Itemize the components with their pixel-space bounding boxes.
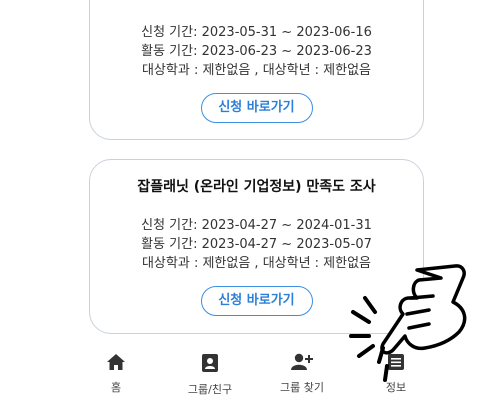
nav-label: 그룹 찾기 bbox=[280, 381, 324, 394]
activity-period: 활동 기간: 2023-04-27 ~ 2023-05-07 bbox=[141, 237, 372, 252]
nav-item-home[interactable]: 홈 bbox=[76, 353, 156, 395]
apply-shortcut-button[interactable]: 신청 바로가기 bbox=[200, 93, 313, 123]
nav-label: 그룹/친구 bbox=[187, 383, 233, 396]
bottom-nav: 홈 그룹/친구 그룹 찾기 정보 bbox=[70, 335, 480, 400]
nav-label: 홈 bbox=[110, 381, 122, 394]
activity-period: 활동 기간: 2023-06-23 ~ 2023-06-23 bbox=[141, 44, 372, 59]
card-title: 잡플래닛 (온라인 기업정보) 만족도 조사 bbox=[137, 179, 376, 195]
add-user-icon bbox=[291, 353, 313, 370]
info-list-icon bbox=[388, 354, 404, 370]
target-info: 대상학과 : 제한없음 , 대상학년 : 제한없음 bbox=[141, 256, 372, 271]
nav-item-group-friends[interactable]: 그룹/친구 bbox=[170, 353, 250, 397]
program-card: 잡플래닛 (온라인 기업정보) 만족도 조사 신청 기간: 2023-04-27… bbox=[89, 159, 424, 334]
nav-item-info[interactable]: 정보 bbox=[356, 353, 436, 395]
id-card-icon bbox=[202, 354, 218, 372]
nav-label: 정보 bbox=[385, 381, 407, 394]
apply-shortcut-button[interactable]: 신청 바로가기 bbox=[200, 286, 313, 316]
target-info: 대상학과 : 제한없음 , 대상학년 : 제한없음 bbox=[141, 63, 372, 78]
apply-period: 신청 기간: 2023-05-31 ~ 2023-06-16 bbox=[141, 25, 372, 40]
card-info: 신청 기간: 2023-04-27 ~ 2024-01-31 활동 기간: 20… bbox=[90, 216, 423, 273]
home-icon bbox=[107, 354, 125, 370]
program-card: 신청 기간: 2023-05-31 ~ 2023-06-16 활동 기간: 20… bbox=[89, 0, 424, 140]
nav-item-find-group[interactable]: 그룹 찾기 bbox=[262, 353, 342, 395]
card-info: 신청 기간: 2023-05-31 ~ 2023-06-16 활동 기간: 20… bbox=[90, 23, 423, 80]
apply-period: 신청 기간: 2023-04-27 ~ 2024-01-31 bbox=[141, 218, 372, 233]
